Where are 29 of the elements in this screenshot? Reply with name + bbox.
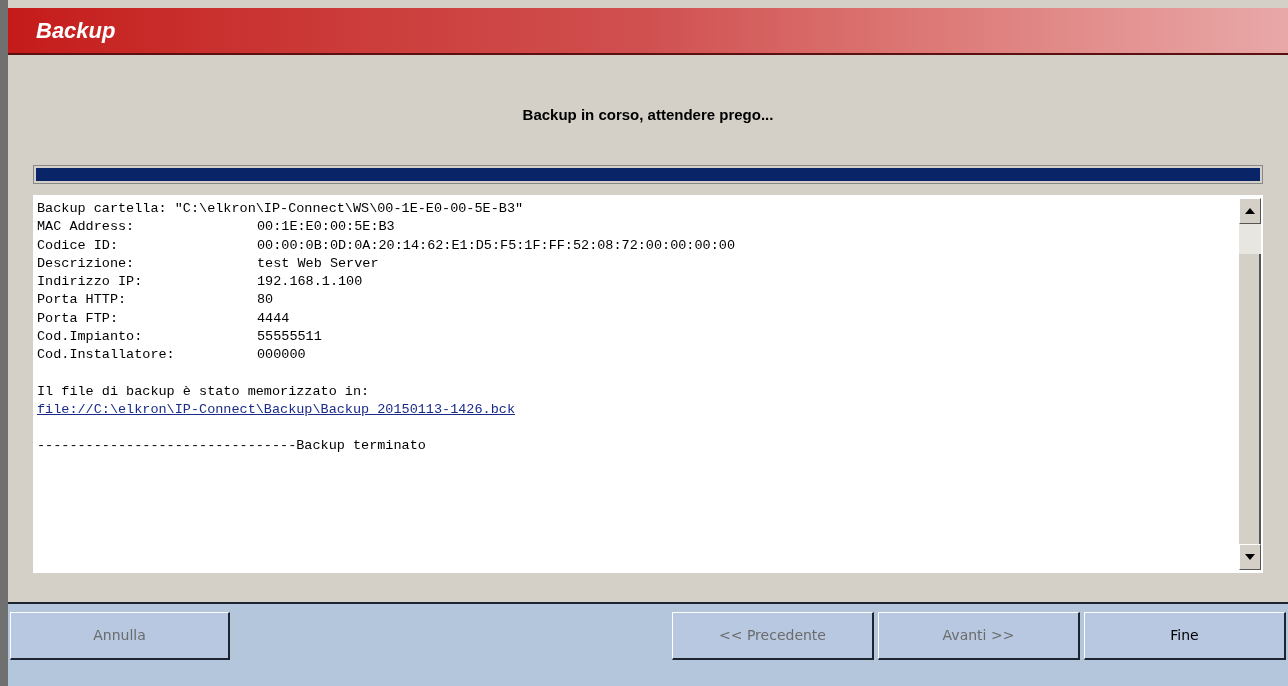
- log-line: Backup cartella: "C:\elkron\IP-Connect\WS\00-1E-E0-00-5E-B3": [37, 200, 524, 218]
- field-value: 00:00:0B:0D:0A:20:14:62:E1:D5:F5:1F:FF:52:08:72:00:00:00:00: [257, 236, 735, 255]
- status-message: Backup in corso, attendere prego...: [522, 104, 774, 125]
- field-label: Cod.Installatore:: [37, 346, 176, 365]
- down-arrow-icon: [1245, 554, 1255, 560]
- up-arrow-icon: [1245, 208, 1255, 214]
- log-line: --------------------------------Backup terminato: [37, 437, 426, 456]
- field-value: 00:1E:E0:00:5E:B3: [257, 218, 395, 237]
- field-label: Porta FTP:: [37, 309, 119, 328]
- log-line: Il file di backup è stato memorizzato in:: [37, 382, 370, 401]
- scrollbar[interactable]: [1239, 198, 1261, 570]
- field-value: 80: [257, 291, 274, 310]
- field-label: Cod.Impianto:: [37, 328, 144, 347]
- field-value: 4444: [257, 309, 290, 328]
- wizard-button[interactable]: Fine: [1084, 612, 1286, 660]
- file-link[interactable]: file://C:\elkron\IP-Connect\Backup\Backup 20150113-1426.bck: [37, 400, 515, 420]
- field-label: MAC Address:: [37, 218, 136, 237]
- field-label: Porta HTTP:: [37, 291, 128, 310]
- scroll-up-button[interactable]: [1239, 198, 1261, 224]
- window-title: Backup: [36, 17, 116, 45]
- field-value: 000000: [257, 346, 306, 365]
- field-value: 192.168.1.100: [257, 273, 363, 292]
- field-label: Codice ID:: [37, 236, 119, 255]
- field-label: Indirizzo IP:: [37, 273, 144, 292]
- field-value: 55555511: [257, 328, 322, 347]
- field-label: Descrizione:: [37, 254, 136, 273]
- scroll-thumb[interactable]: [1239, 224, 1261, 254]
- field-value: test Web Server: [257, 254, 379, 273]
- scroll-down-button[interactable]: [1239, 544, 1261, 570]
